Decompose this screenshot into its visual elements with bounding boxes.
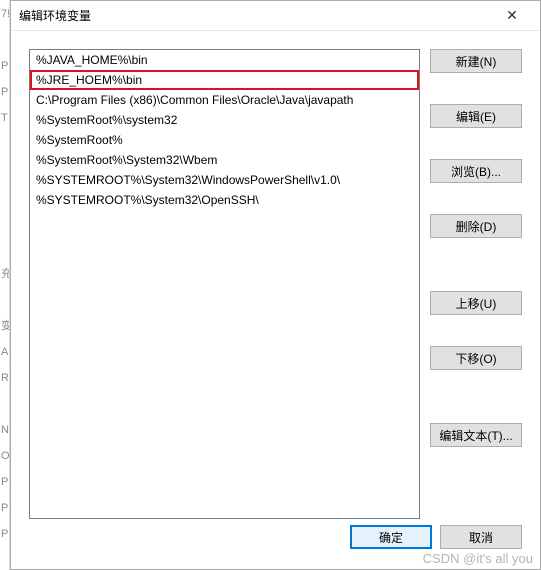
list-item[interactable]: %JRE_HOEM%\bin [30, 70, 419, 90]
move-down-button[interactable]: 下移(O) [430, 346, 522, 370]
close-icon[interactable]: ✕ [492, 2, 532, 30]
edit-env-var-dialog: 编辑环境变量 ✕ %JAVA_HOME%\bin%JRE_HOEM%\binC:… [10, 0, 541, 570]
background-window-clip: 7!PPaT充变ARNOPaPaPF [0, 0, 10, 570]
list-item[interactable]: %SystemRoot%\system32 [30, 110, 419, 130]
edit-button[interactable]: 编辑(E) [430, 104, 522, 128]
titlebar: 编辑环境变量 ✕ [11, 1, 540, 31]
list-item[interactable]: %JAVA_HOME%\bin [30, 50, 419, 70]
path-listbox[interactable]: %JAVA_HOME%\bin%JRE_HOEM%\binC:\Program … [29, 49, 420, 519]
list-item[interactable]: %SYSTEMROOT%\System32\OpenSSH\ [30, 190, 419, 210]
dialog-footer: 确定 取消 [11, 519, 540, 569]
side-button-column: 新建(N) 编辑(E) 浏览(B)... 删除(D) 上移(U) 下移(O) 编… [430, 49, 522, 519]
list-item[interactable]: %SystemRoot% [30, 130, 419, 150]
new-button[interactable]: 新建(N) [430, 49, 522, 73]
delete-button[interactable]: 删除(D) [430, 214, 522, 238]
list-item[interactable]: %SYSTEMROOT%\System32\WindowsPowerShell\… [30, 170, 419, 190]
browse-button[interactable]: 浏览(B)... [430, 159, 522, 183]
move-up-button[interactable]: 上移(U) [430, 291, 522, 315]
list-item[interactable]: C:\Program Files (x86)\Common Files\Orac… [30, 90, 419, 110]
cancel-button[interactable]: 取消 [440, 525, 522, 549]
ok-button[interactable]: 确定 [350, 525, 432, 549]
dialog-title: 编辑环境变量 [19, 7, 492, 24]
dialog-content: %JAVA_HOME%\bin%JRE_HOEM%\binC:\Program … [11, 31, 540, 519]
edit-text-button[interactable]: 编辑文本(T)... [430, 423, 522, 447]
list-item[interactable]: %SystemRoot%\System32\Wbem [30, 150, 419, 170]
